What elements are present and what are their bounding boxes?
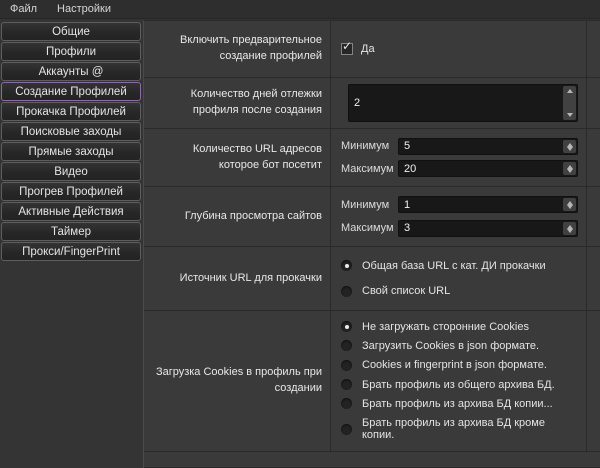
setting-control: Минимум 1 Максимум 3 [331,187,587,246]
spinbox[interactable]: 20 [398,160,578,177]
sidebar-item[interactable]: Прокачка Профилей [1,102,141,121]
row-end-spacer [587,21,600,77]
setting-label: Количество дней отлежки профиля после со… [144,78,331,128]
field-label: Максимум [341,163,398,175]
setting-control: 2 [331,78,587,128]
setting-control: Минимум 5 Максимум 20 [331,129,587,186]
sidebar-item[interactable]: Таймер [1,222,141,241]
spin-down-icon[interactable] [567,147,573,151]
radio-icon[interactable] [341,424,352,435]
radio-option[interactable]: Загрузить Cookies в json формате. [341,340,578,352]
sidebar-item[interactable]: Видео [1,162,141,181]
spinbox[interactable]: 5 [398,138,578,155]
radio-option[interactable]: Брать профиль из архива БД кроме копии. [341,417,578,441]
radio-icon[interactable] [341,260,352,271]
spin-field: Минимум 1 [341,196,578,213]
spinbox-value[interactable]: 1 [404,199,410,211]
sidebar-item[interactable]: Активные Действия [1,202,141,221]
radio-label: Общая база URL с кат. ДИ прокачки [362,260,546,272]
spin-down-icon[interactable] [567,205,573,209]
sidebar-item[interactable]: Профили [1,42,141,61]
settings-row: Источник URL для прокачкиОбщая база URL … [144,247,600,311]
radio-label: Брать профиль из архива БД копии... [362,398,553,410]
spinner-buttons[interactable] [563,86,576,120]
spin-field: Максимум 3 [341,220,578,237]
radio-label: Загрузить Cookies в json формате. [362,340,539,352]
settings-row: Глубина просмотра сайтов Минимум 1 Максимум… [144,187,600,247]
spin-down-icon[interactable] [567,229,573,233]
menu-item-0[interactable]: Файл [8,1,39,17]
row-end-spacer [587,187,600,246]
settings-table: Включить предварительное создание профил… [143,20,600,468]
row-end-spacer [587,78,600,128]
radio-option[interactable]: Брать профиль из общего архива БД. [341,379,578,391]
radio-icon[interactable] [341,286,352,297]
spinner-buttons[interactable] [563,162,576,175]
sidebar-item[interactable]: Прокси/FingerPrint [1,242,141,261]
sidebar-item[interactable]: Поисковые заходы [1,122,141,141]
radio-icon[interactable] [341,379,352,390]
settings-row: Загрузка Cookies в профиль при созданииН… [144,311,600,452]
spinbox[interactable]: 1 [398,196,578,213]
spinbox-value[interactable]: 2 [354,97,360,109]
radio-label: Свой список URL [362,285,450,297]
checkbox[interactable]: ✓ [341,43,353,55]
field-label: Минимум [341,199,398,211]
radio-option[interactable]: Свой список URL [341,285,578,297]
radio-icon[interactable] [341,398,352,409]
menu-bar: Файл Настройки [0,0,600,19]
field-label: Минимум [341,140,398,152]
radio-label: Брать профиль из архива БД кроме копии. [362,417,578,441]
radio-icon[interactable] [341,340,352,351]
spinner-buttons[interactable] [563,140,576,153]
radio-option[interactable]: Брать профиль из архива БД копии... [341,398,578,410]
setting-control: ✓ Да [331,21,587,77]
radio-icon[interactable] [341,360,352,371]
sidebar: ОбщиеПрофилиАккаунты @Создание ПрофилейП… [0,20,142,468]
spinbox-value[interactable]: 5 [404,140,410,152]
spinbox[interactable]: 3 [398,220,578,237]
spinner-buttons[interactable] [563,222,576,235]
menu-item-1[interactable]: Настройки [55,1,113,17]
settings-row: Количество дней отлежки профиля после со… [144,78,600,129]
sidebar-item[interactable]: Прямые заходы [1,142,141,161]
row-end-spacer [587,311,600,451]
radio-label: Cookies и fingerprint в json формате. [362,359,547,371]
spin-field: Минимум 5 [341,138,578,155]
spinbox-value[interactable]: 20 [404,163,416,175]
sidebar-item[interactable]: Общие [1,22,141,41]
setting-control: Общая база URL с кат. ДИ прокачки Свой сп… [331,247,587,310]
spin-up-icon[interactable] [567,89,573,93]
setting-label: Источник URL для прокачки [144,247,331,310]
spin-down-icon[interactable] [567,169,573,173]
radio-option[interactable]: Общая база URL с кат. ДИ прокачки [341,260,578,272]
row-end-spacer [587,247,600,310]
row-end-spacer [587,129,600,186]
sidebar-item[interactable]: Создание Профилей [1,82,141,101]
spinbox-value[interactable]: 3 [404,222,410,234]
settings-row: Включить предварительное создание профил… [144,21,600,78]
radio-option[interactable]: Cookies и fingerprint в json формате. [341,359,578,371]
radio-label: Брать профиль из общего архива БД. [362,379,555,391]
checkbox-line: ✓ Да [341,43,578,55]
radio-option[interactable]: Не загружать сторонние Cookies [341,321,578,333]
spin-field: Максимум 20 [341,160,578,177]
field-label: Максимум [341,222,398,234]
sidebar-item[interactable]: Аккаунты @ [1,62,141,81]
radio-label: Не загружать сторонние Cookies [362,321,529,333]
setting-label: Количество URL адресов которое бот посет… [144,129,331,186]
setting-control: Не загружать сторонние Cookies Загрузить … [331,311,587,451]
spinner-buttons[interactable] [563,198,576,211]
spinbox[interactable]: 2 [348,84,578,122]
spin-down-icon[interactable] [567,113,573,117]
setting-label: Загрузка Cookies в профиль при создании [144,311,331,451]
radio-icon[interactable] [341,321,352,332]
setting-label: Глубина просмотра сайтов [144,187,331,246]
sidebar-item[interactable]: Прогрев Профилей [1,182,141,201]
checkbox-label: Да [361,43,375,55]
settings-row: Количество URL адресов которое бот посет… [144,129,600,187]
empty-row [144,452,600,468]
setting-label: Включить предварительное создание профил… [144,21,331,77]
check-icon: ✓ [342,40,352,52]
